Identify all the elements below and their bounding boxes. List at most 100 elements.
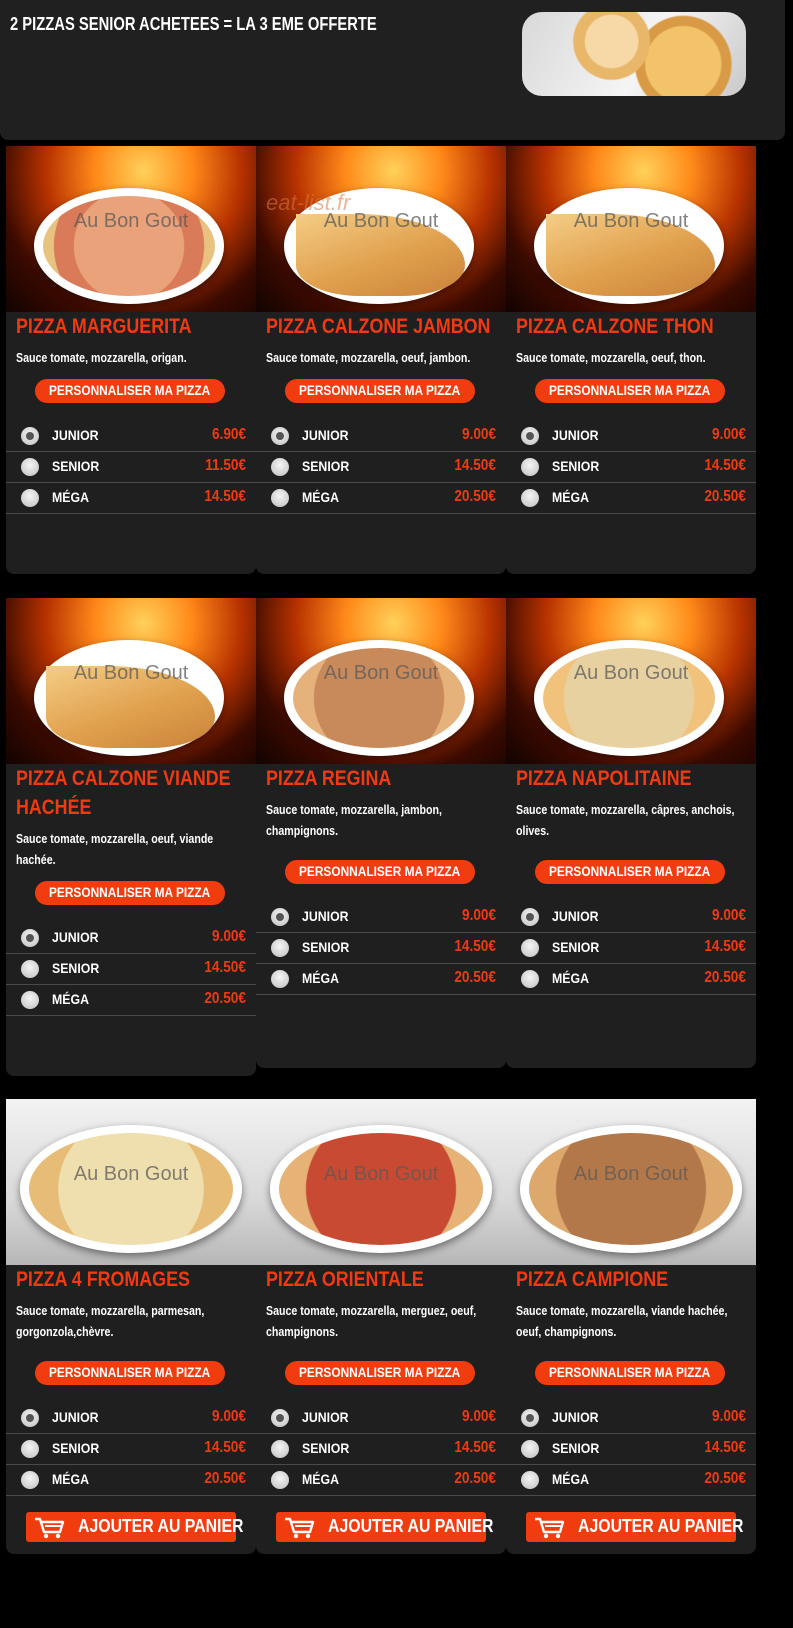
pizza-photo: Au Bon Gout — [256, 1099, 506, 1265]
pizza-plate — [34, 188, 224, 304]
size-option-2[interactable]: MÉGA 20.50€ — [256, 964, 506, 995]
pizza-plate — [270, 1125, 492, 1253]
size-price: 9.00€ — [711, 907, 746, 924]
size-option-1[interactable]: SENIOR 14.50€ — [6, 1434, 256, 1465]
customize-pizza-button[interactable]: PERSONNALISER MA PIZZA — [285, 860, 475, 884]
pizza-description: Sauce tomate, mozzarella, parmesan, gorg… — [16, 1304, 205, 1339]
size-option-2[interactable]: MÉGA 20.50€ — [506, 483, 756, 514]
size-radio[interactable] — [21, 458, 39, 476]
size-radio[interactable] — [521, 427, 539, 445]
cart-icon — [285, 1517, 315, 1539]
size-radio[interactable] — [521, 458, 539, 476]
customize-pizza-button[interactable]: PERSONNALISER MA PIZZA — [35, 379, 225, 403]
size-radio[interactable] — [21, 929, 39, 947]
size-option-1[interactable]: SENIOR 14.50€ — [256, 933, 506, 964]
cart-icon — [535, 1517, 565, 1539]
customize-pizza-button[interactable]: PERSONNALISER MA PIZZA — [535, 1361, 725, 1385]
customize-pizza-button[interactable]: PERSONNALISER MA PIZZA — [285, 1361, 475, 1385]
size-radio[interactable] — [21, 1409, 39, 1427]
size-radio[interactable] — [521, 908, 539, 926]
size-option-1[interactable]: SENIOR 14.50€ — [256, 1434, 506, 1465]
size-price: 9.00€ — [461, 1408, 496, 1425]
size-name: SENIOR — [302, 939, 350, 955]
size-radio[interactable] — [521, 970, 539, 988]
size-radio[interactable] — [21, 991, 39, 1009]
pizza-card: Au Bon Gout PIZZA REGINA Sauce tomate, m… — [256, 598, 506, 1068]
size-radio[interactable] — [21, 489, 39, 507]
size-option-1[interactable]: SENIOR 14.50€ — [506, 1434, 756, 1465]
add-to-cart-button[interactable]: AJOUTER AU PANIER — [276, 1512, 493, 1542]
size-option-1[interactable]: SENIOR 11.50€ — [6, 452, 256, 483]
size-radio[interactable] — [271, 489, 289, 507]
size-radio[interactable] — [521, 1440, 539, 1458]
size-radio[interactable] — [521, 489, 539, 507]
size-radio[interactable] — [271, 970, 289, 988]
size-price: 20.50€ — [704, 488, 746, 505]
size-radio[interactable] — [271, 908, 289, 926]
size-option-0[interactable]: JUNIOR 9.00€ — [256, 1403, 506, 1434]
size-radio[interactable] — [521, 939, 539, 957]
size-option-1[interactable]: SENIOR 14.50€ — [256, 452, 506, 483]
size-option-2[interactable]: MÉGA 20.50€ — [6, 1465, 256, 1496]
pizza-name: PIZZA CALZONE THON — [516, 315, 714, 338]
size-radio[interactable] — [521, 1471, 539, 1489]
size-radio[interactable] — [271, 1440, 289, 1458]
size-price: 9.00€ — [211, 928, 246, 945]
size-radio[interactable] — [21, 1440, 39, 1458]
pizza-name: PIZZA CALZONE JAMBON — [266, 315, 491, 338]
watermark: Au Bon Gout — [573, 662, 689, 684]
add-to-cart-button[interactable]: AJOUTER AU PANIER — [526, 1512, 743, 1542]
size-option-2[interactable]: MÉGA 20.50€ — [506, 964, 756, 995]
size-option-0[interactable]: JUNIOR 9.00€ — [506, 421, 756, 452]
size-radio[interactable] — [21, 960, 39, 978]
size-option-1[interactable]: SENIOR 14.50€ — [506, 933, 756, 964]
size-price: 11.50€ — [205, 457, 246, 474]
watermark: Au Bon Gout — [573, 1163, 689, 1185]
size-radio[interactable] — [521, 1409, 539, 1427]
pizza-description: Sauce tomate, mozzarella, oeuf, viande h… — [16, 832, 214, 867]
customize-label: PERSONNALISER MA PIZZA — [549, 1365, 711, 1380]
size-price: 9.00€ — [461, 426, 496, 443]
size-radio[interactable] — [271, 1409, 289, 1427]
watermark: Au Bon Gout — [73, 662, 189, 684]
pizza-description: Sauce tomate, mozzarella, oeuf, thon. — [516, 351, 706, 365]
size-option-2[interactable]: MÉGA 20.50€ — [256, 1465, 506, 1496]
promo-text: 2 PIZZAS SENIOR ACHETEES = LA 3 EME OFFE… — [10, 14, 377, 34]
customize-pizza-button[interactable]: PERSONNALISER MA PIZZA — [35, 1361, 225, 1385]
size-option-2[interactable]: MÉGA 20.50€ — [506, 1465, 756, 1496]
size-price: 20.50€ — [204, 990, 246, 1007]
size-option-2[interactable]: MÉGA 14.50€ — [6, 483, 256, 514]
size-option-1[interactable]: SENIOR 14.50€ — [506, 452, 756, 483]
pizza-photo: Au Bon Gout — [6, 598, 256, 764]
size-name: MÉGA — [52, 1471, 89, 1487]
size-option-2[interactable]: MÉGA 20.50€ — [256, 483, 506, 514]
size-option-0[interactable]: JUNIOR 9.00€ — [6, 923, 256, 954]
size-options: JUNIOR 9.00€ SENIOR 14.50€ MÉGA 20.50€ — [256, 902, 506, 995]
size-option-0[interactable]: JUNIOR 9.00€ — [506, 1403, 756, 1434]
size-option-0[interactable]: JUNIOR 9.00€ — [256, 421, 506, 452]
size-price: 14.50€ — [454, 938, 496, 955]
customize-pizza-button[interactable]: PERSONNALISER MA PIZZA — [535, 379, 725, 403]
size-radio[interactable] — [21, 1471, 39, 1489]
pizza-plate — [534, 188, 724, 304]
size-price: 9.00€ — [211, 1408, 246, 1425]
size-radio[interactable] — [271, 427, 289, 445]
customize-pizza-button[interactable]: PERSONNALISER MA PIZZA — [35, 881, 225, 905]
pizza-name: PIZZA REGINA — [266, 767, 392, 790]
add-to-cart-button[interactable]: AJOUTER AU PANIER — [26, 1512, 243, 1542]
size-option-2[interactable]: MÉGA 20.50€ — [6, 985, 256, 1016]
pizza-plate — [20, 1125, 242, 1253]
size-radio[interactable] — [271, 458, 289, 476]
size-option-1[interactable]: SENIOR 14.50€ — [6, 954, 256, 985]
customize-pizza-button[interactable]: PERSONNALISER MA PIZZA — [285, 379, 475, 403]
customize-pizza-button[interactable]: PERSONNALISER MA PIZZA — [535, 860, 725, 884]
size-option-0[interactable]: JUNIOR 9.00€ — [6, 1403, 256, 1434]
size-radio[interactable] — [271, 1471, 289, 1489]
size-radio[interactable] — [21, 427, 39, 445]
size-radio[interactable] — [271, 939, 289, 957]
size-option-0[interactable]: JUNIOR 6.90€ — [6, 421, 256, 452]
size-option-0[interactable]: JUNIOR 9.00€ — [256, 902, 506, 933]
cart-label: AJOUTER AU PANIER — [78, 1516, 244, 1536]
size-price: 9.00€ — [461, 907, 496, 924]
size-option-0[interactable]: JUNIOR 9.00€ — [506, 902, 756, 933]
